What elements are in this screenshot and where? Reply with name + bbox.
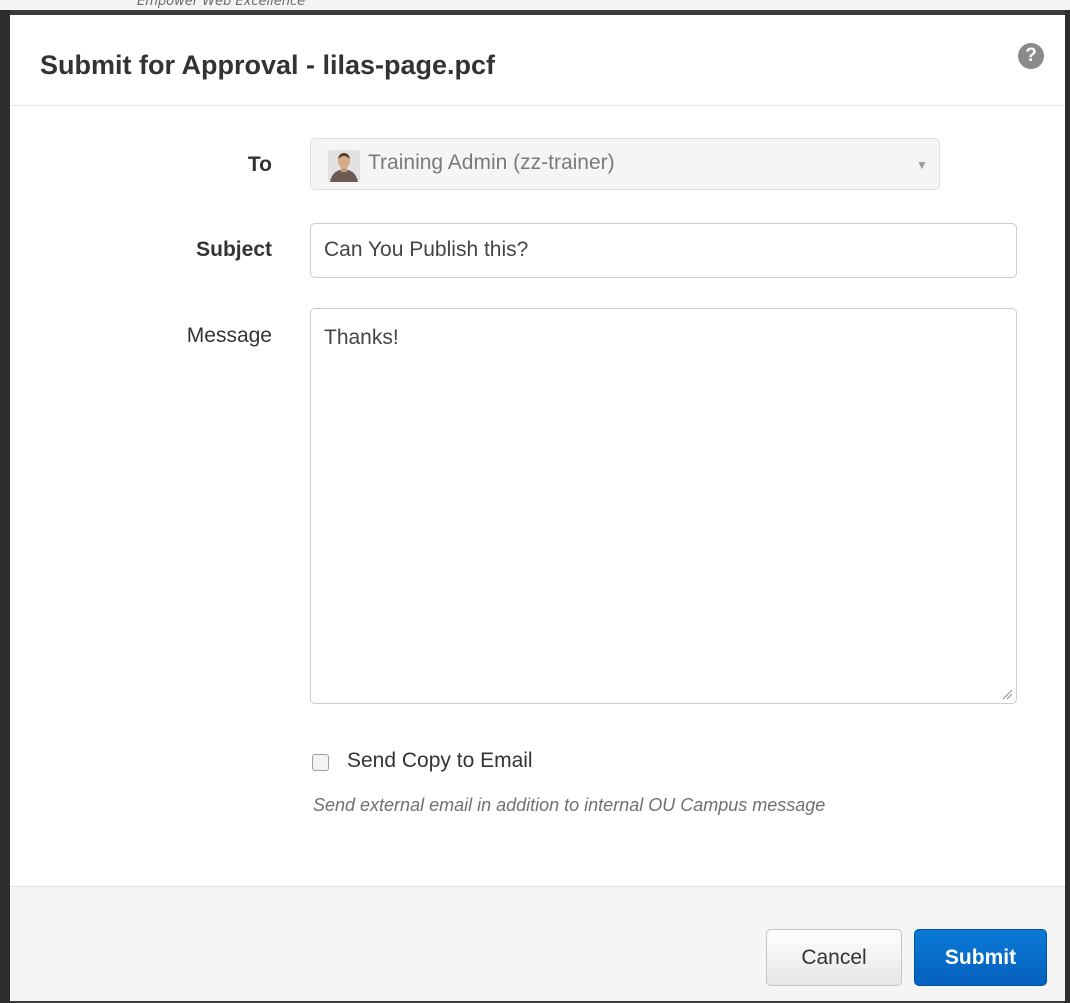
dropdown-arrow-icon: ▼ xyxy=(916,158,928,172)
dialog-title: Submit for Approval - lilas-page.pcf xyxy=(40,50,496,80)
resize-grip-icon[interactable] xyxy=(1001,688,1013,700)
site-tagline: Empower Web Excellence xyxy=(137,0,306,9)
cancel-button[interactable]: Cancel xyxy=(766,929,902,986)
submit-button[interactable]: Submit xyxy=(914,929,1047,986)
message-textarea[interactable]: Thanks! xyxy=(310,308,1017,704)
submit-approval-dialog: Submit for Approval - lilas-page.pcf ? T… xyxy=(10,15,1065,1001)
to-label: To xyxy=(247,153,272,176)
subject-label: Subject xyxy=(196,238,272,261)
overlay-left xyxy=(0,10,10,1003)
to-recipient-value: Training Admin (zz-trainer) xyxy=(368,151,615,174)
dialog-header: Submit for Approval - lilas-page.pcf ? xyxy=(10,15,1065,106)
send-copy-checkbox[interactable] xyxy=(312,754,329,771)
message-value: Thanks! xyxy=(324,326,399,349)
dialog-footer: Cancel Submit xyxy=(10,886,1065,1001)
send-copy-help-text: Send external email in addition to inter… xyxy=(313,795,826,815)
subject-value: Can You Publish this? xyxy=(324,238,529,261)
overlay-right xyxy=(1065,10,1070,1003)
message-label: Message xyxy=(186,324,272,347)
send-copy-label[interactable]: Send Copy to Email xyxy=(347,749,533,773)
subject-input[interactable]: Can You Publish this? xyxy=(310,223,1017,278)
to-recipient-select[interactable]: Training Admin (zz-trainer) ▼ xyxy=(310,138,940,190)
help-icon[interactable]: ? xyxy=(1018,43,1044,69)
user-avatar-icon xyxy=(328,150,360,182)
